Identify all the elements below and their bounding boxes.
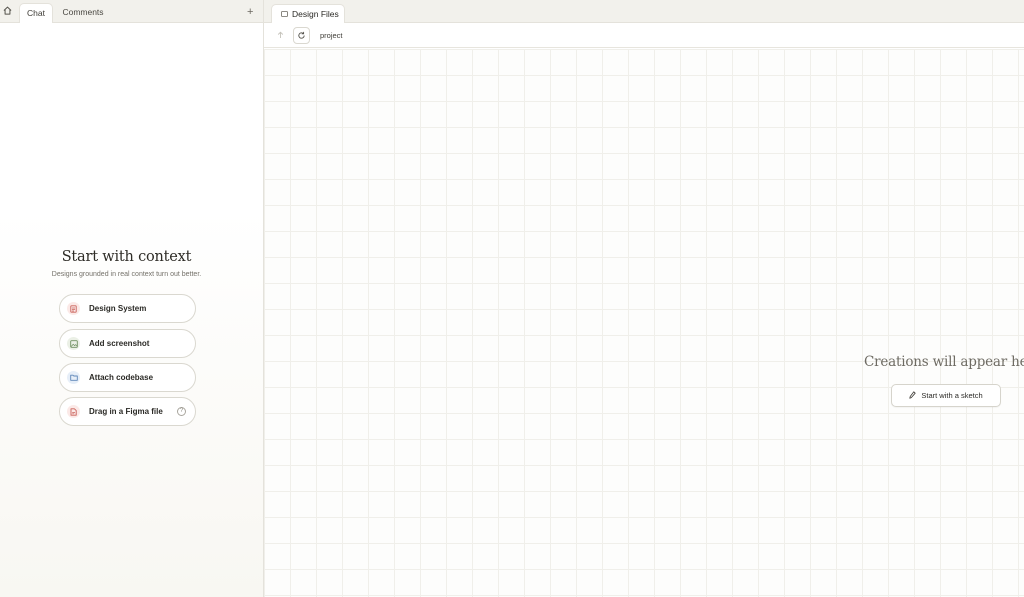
chat-panel: Chat Comments + Start with context Desig… [0,0,264,597]
add-screenshot-label: Add screenshot [89,339,150,348]
image-icon [67,337,80,350]
breadcrumb: project [320,31,343,40]
context-title: Start with context [61,249,192,265]
empty-state-message: Creations will appear here [864,354,1024,370]
tab-design-files-label: Design Files [292,9,339,19]
design-files-panel: Design Files project Creations will appe… [264,0,1024,597]
refresh-icon[interactable] [293,27,310,44]
add-tab-button[interactable]: + [247,5,253,19]
context-subtitle: Designs grounded in real context turn ou… [51,271,202,278]
tab-design-files[interactable]: Design Files [271,4,345,23]
design-system-button[interactable]: Design System [59,294,196,323]
folder-icon [67,371,80,384]
help-icon[interactable]: ? [177,407,186,416]
start-sketch-button[interactable]: Start with a sketch [891,384,1001,407]
right-tab-bar: Design Files [264,0,1024,23]
design-system-label: Design System [89,304,147,313]
tab-chat[interactable]: Chat [19,3,53,23]
figma-file-button[interactable]: Drag in a Figma file ? [59,397,196,426]
arrow-up-icon[interactable] [273,28,287,42]
attach-codebase-button[interactable]: Attach codebase [59,363,196,392]
pencil-icon [909,390,916,401]
home-icon[interactable] [1,4,13,17]
design-canvas [264,49,1024,597]
design-system-icon [67,302,80,315]
start-sketch-label: Start with a sketch [921,391,983,400]
file-toolbar: project [264,23,1024,48]
figma-file-icon [67,405,80,418]
tab-comments[interactable]: Comments [58,3,108,23]
file-tab-icon [281,9,288,19]
add-screenshot-button[interactable]: Add screenshot [59,329,196,358]
figma-file-label: Drag in a Figma file [89,407,163,416]
attach-codebase-label: Attach codebase [89,373,154,382]
left-tab-bar: Chat Comments + [0,0,263,23]
